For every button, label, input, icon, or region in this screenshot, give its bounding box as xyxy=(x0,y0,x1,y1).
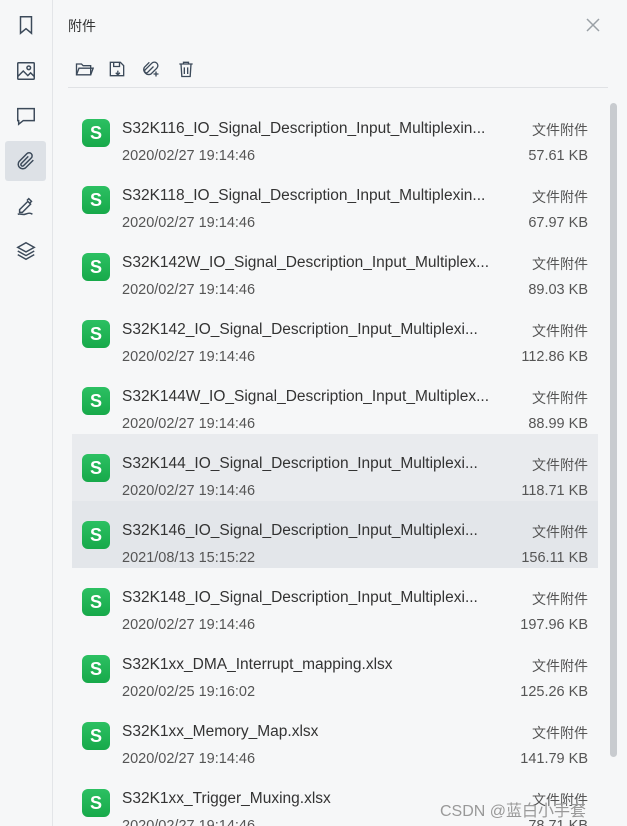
sidebar-layers[interactable] xyxy=(5,231,46,271)
spreadsheet-file-icon: S xyxy=(82,387,110,415)
spreadsheet-file-icon: S xyxy=(82,521,110,549)
attachment-row[interactable]: S S32K1xx_DMA_Interrupt_mapping.xlsx 2020/… xyxy=(72,635,598,702)
file-name: S32K116_IO_Signal_Description_Input_Mult… xyxy=(122,120,486,137)
left-sidebar xyxy=(0,0,53,826)
file-name: S32K118_IO_Signal_Description_Input_Mult… xyxy=(122,187,486,204)
attachment-icon xyxy=(16,152,34,170)
spreadsheet-file-icon: S xyxy=(82,253,110,281)
attachment-row[interactable]: S S32K144W_IO_Signal_Description_Input_Mu… xyxy=(72,367,598,434)
sidebar-signatures[interactable] xyxy=(5,186,46,226)
add-attachment-button[interactable] xyxy=(139,57,163,81)
file-name: S32K142W_IO_Signal_Description_Input_Mul… xyxy=(122,254,490,271)
spreadsheet-file-icon: S xyxy=(82,320,110,348)
layers-icon xyxy=(15,241,36,261)
file-date: 2020/02/27 19:14:46 xyxy=(122,416,256,432)
attachment-row[interactable]: S S32K118_IO_Signal_Description_Input_Mul… xyxy=(72,166,598,233)
file-date: 2020/02/27 19:14:46 xyxy=(122,349,256,365)
attachment-row[interactable]: S S32K142W_IO_Signal_Description_Input_Mu… xyxy=(72,233,598,300)
close-button[interactable] xyxy=(582,14,604,36)
file-size: 156.11 KB xyxy=(521,550,588,566)
spreadsheet-file-icon: S xyxy=(82,119,110,147)
file-date: 2020/02/25 19:16:02 xyxy=(122,684,256,700)
save-icon xyxy=(109,61,125,77)
image-icon xyxy=(16,62,35,80)
attachment-row[interactable]: S S32K146_IO_Signal_Description_Input_Mul… xyxy=(72,501,598,568)
open-file-button[interactable] xyxy=(72,57,96,81)
panel-title: 附件 xyxy=(68,19,96,35)
file-date: 2020/02/27 19:14:46 xyxy=(122,617,256,633)
file-date: 2020/02/27 19:14:46 xyxy=(122,282,256,298)
attachments-panel: 附件 S S32K116_IO_Signal_Description_Input_… xyxy=(54,0,627,826)
file-date: 2020/02/27 19:14:46 xyxy=(122,818,256,826)
file-type: 文件附件 xyxy=(532,257,588,273)
file-date: 2020/02/27 19:14:46 xyxy=(122,751,256,767)
file-name: S32K1xx_Memory_Map.xlsx xyxy=(122,723,319,740)
file-date: 2021/08/13 15:15:22 xyxy=(122,550,256,566)
file-type: 文件附件 xyxy=(532,123,588,139)
file-type: 文件附件 xyxy=(532,458,588,474)
file-type: 文件附件 xyxy=(532,391,588,407)
file-type: 文件附件 xyxy=(532,525,588,541)
attachment-row[interactable]: S S32K1xx_Memory_Map.xlsx 2020/02/27 19:14… xyxy=(72,702,598,769)
file-size: 89.03 KB xyxy=(528,282,588,298)
file-name: S32K142_IO_Signal_Description_Input_Mult… xyxy=(122,321,478,338)
spreadsheet-file-icon: S xyxy=(82,186,110,214)
attachment-row[interactable]: S S32K116_IO_Signal_Description_Input_Mul… xyxy=(72,99,598,166)
bookmark-icon xyxy=(19,16,32,35)
file-name: S32K148_IO_Signal_Description_Input_Mult… xyxy=(122,589,478,606)
file-size: 141.79 KB xyxy=(520,751,588,767)
sidebar-attachments[interactable] xyxy=(5,141,46,181)
file-size: 88.99 KB xyxy=(528,416,588,432)
spreadsheet-file-icon: S xyxy=(82,588,110,616)
file-name: S32K144_IO_Signal_Description_Input_Mult… xyxy=(122,455,478,472)
watermark: CSDN @蓝白小手套 xyxy=(440,803,587,820)
spreadsheet-file-icon: S xyxy=(82,655,110,683)
attachment-row[interactable]: S S32K142_IO_Signal_Description_Input_Mul… xyxy=(72,300,598,367)
signature-icon xyxy=(17,197,33,216)
delete-attachment-button[interactable] xyxy=(174,57,198,81)
file-size: 125.26 KB xyxy=(520,684,588,700)
delete-icon xyxy=(179,61,193,78)
sidebar-bookmarks[interactable] xyxy=(5,5,46,45)
attachment-row[interactable]: S S32K148_IO_Signal_Description_Input_Mul… xyxy=(72,568,598,635)
spreadsheet-file-icon: S xyxy=(82,454,110,482)
close-icon xyxy=(586,18,600,32)
file-size: 112.86 KB xyxy=(521,349,588,365)
attachment-list: S S32K116_IO_Signal_Description_Input_Mul… xyxy=(72,87,598,826)
attachment-row[interactable]: S S32K144_IO_Signal_Description_Input_Mul… xyxy=(72,434,598,501)
sidebar-comments[interactable] xyxy=(5,96,46,136)
open-folder-icon xyxy=(75,63,94,76)
file-date: 2020/02/27 19:14:46 xyxy=(122,148,256,164)
file-date: 2020/02/27 19:14:46 xyxy=(122,215,256,231)
file-type: 文件附件 xyxy=(532,324,588,340)
file-type: 文件附件 xyxy=(532,659,588,675)
file-size: 67.97 KB xyxy=(528,215,588,231)
add-attachment-icon xyxy=(143,61,159,77)
scrollbar[interactable] xyxy=(610,103,617,757)
file-size: 197.96 KB xyxy=(520,617,588,633)
file-type: 文件附件 xyxy=(532,726,588,742)
file-size: 57.61 KB xyxy=(528,148,588,164)
file-name: S32K144W_IO_Signal_Description_Input_Mul… xyxy=(122,388,490,405)
file-name: S32K1xx_DMA_Interrupt_mapping.xlsx xyxy=(122,656,393,673)
spreadsheet-file-icon: S xyxy=(82,722,110,750)
comment-icon xyxy=(16,107,35,126)
file-type: 文件附件 xyxy=(532,190,588,206)
file-type: 文件附件 xyxy=(532,592,588,608)
sidebar-images[interactable] xyxy=(5,51,46,91)
file-name: S32K146_IO_Signal_Description_Input_Mult… xyxy=(122,522,478,539)
save-attachment-button[interactable] xyxy=(105,57,129,81)
file-size: 118.71 KB xyxy=(521,483,588,499)
file-date: 2020/02/27 19:14:46 xyxy=(122,483,256,499)
spreadsheet-file-icon: S xyxy=(82,789,110,817)
